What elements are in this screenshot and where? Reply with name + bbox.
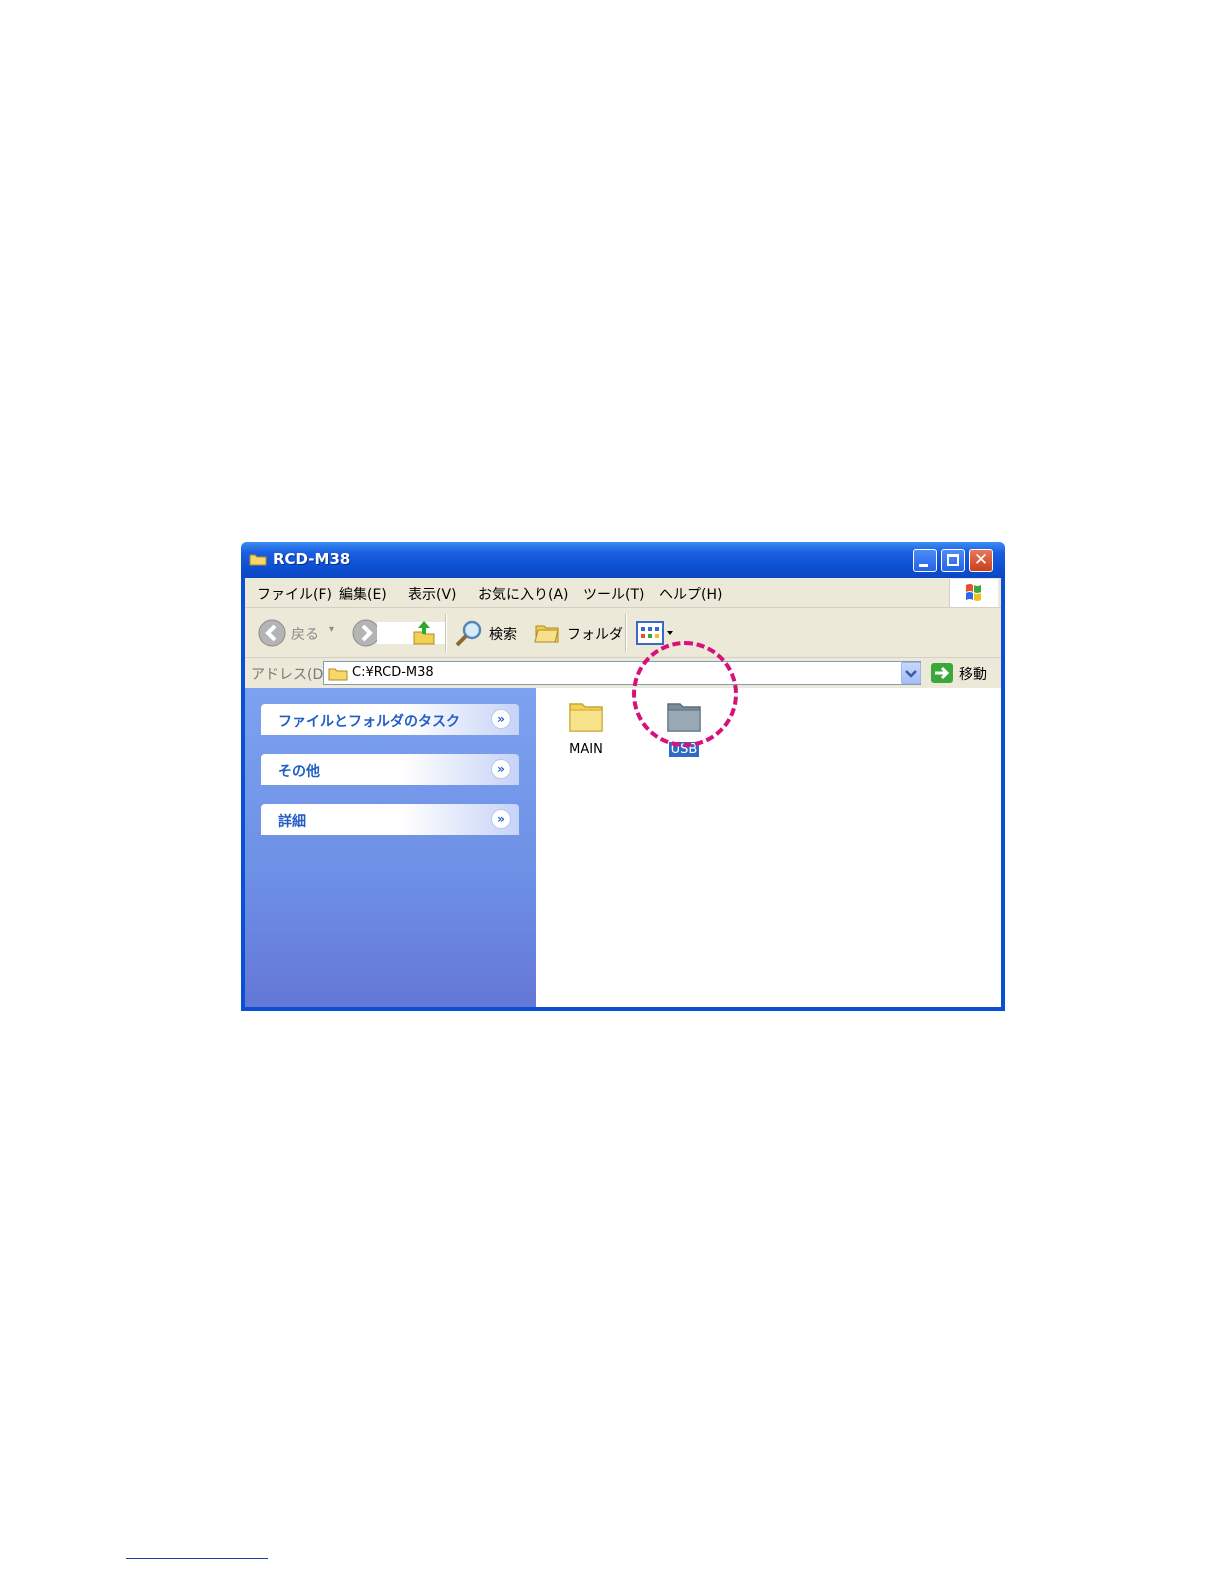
chevron-down-icon[interactable]: » [491, 709, 511, 729]
close-icon: ✕ [973, 550, 989, 570]
task-section-title: その他 [278, 764, 320, 780]
folder-icon [569, 703, 603, 732]
folder-name: MAIN [569, 742, 603, 757]
address-bar: アドレス(D) C:¥RCD-M38 移動 [245, 658, 1001, 688]
menu-edit[interactable]: 編集(E) [339, 584, 387, 604]
maximize-icon [947, 554, 959, 566]
folders-button-label[interactable]: フォルダ [567, 624, 623, 644]
go-arrow-icon[interactable] [931, 663, 953, 683]
folders-icon[interactable] [533, 618, 563, 648]
windows-flag-icon [966, 584, 981, 601]
window-title: RCD-M38 [273, 550, 351, 568]
back-arrow-icon[interactable] [257, 618, 287, 648]
content-area: ファイルとフォルダのタスク » その他 » 詳細 » MAIN USB [245, 688, 1001, 1007]
maximize-button[interactable] [941, 549, 965, 572]
chevron-down-icon[interactable]: » [491, 759, 511, 779]
task-section-details[interactable]: 詳細 » [261, 804, 519, 835]
task-section-title: 詳細 [278, 814, 306, 830]
folder-icon [249, 554, 267, 566]
task-section-title: ファイルとフォルダのタスク [278, 714, 460, 730]
minimize-button[interactable] [913, 549, 937, 572]
folder-icon [328, 668, 348, 681]
menu-file[interactable]: ファイル(F) [257, 584, 332, 604]
menu-tools[interactable]: ツール(T) [583, 584, 644, 604]
address-dropdown-button[interactable] [901, 662, 921, 684]
task-pane: ファイルとフォルダのタスク » その他 » 詳細 » [245, 688, 536, 1007]
footnote-divider [126, 1558, 268, 1559]
minimize-icon [919, 564, 928, 567]
toolbar-separator [445, 614, 447, 652]
task-section-file-folder[interactable]: ファイルとフォルダのタスク » [261, 704, 519, 735]
menu-favorites[interactable]: お気に入り(A) [478, 584, 569, 604]
menu-view[interactable]: 表示(V) [408, 584, 457, 604]
windows-logo [949, 579, 998, 607]
address-label: アドレス(D) [251, 667, 329, 683]
task-section-other[interactable]: その他 » [261, 754, 519, 785]
address-value: C:¥RCD-M38 [352, 665, 434, 680]
menu-bar: ファイル(F) 編集(E) 表示(V) お気に入り(A) ツール(T) ヘルプ(… [245, 578, 1001, 608]
up-folder-icon[interactable] [411, 618, 437, 648]
chevron-down-icon [905, 670, 917, 678]
back-dropdown-icon[interactable]: ▾ [329, 624, 334, 635]
explorer-window: RCD-M38 ✕ ファイル(F) 編集(E) 表示(V) お気に入り(A) ツ… [241, 542, 1005, 1011]
go-button-label[interactable]: 移動 [959, 664, 987, 684]
title-bar[interactable]: RCD-M38 ✕ [241, 542, 1005, 578]
views-icon[interactable] [635, 620, 675, 646]
menu-help[interactable]: ヘルプ(H) [659, 584, 722, 604]
highlight-circle-annotation [632, 641, 738, 747]
search-button-label[interactable]: 検索 [489, 624, 517, 644]
folder-item-main[interactable]: MAIN [551, 698, 621, 757]
address-input[interactable]: C:¥RCD-M38 [323, 661, 921, 685]
close-button[interactable]: ✕ [969, 549, 993, 572]
search-icon[interactable] [453, 618, 485, 650]
chevron-down-icon[interactable]: » [491, 809, 511, 829]
toolbar-separator [625, 614, 627, 652]
back-button-label[interactable]: 戻る [291, 624, 319, 644]
toolbar: 戻る ▾ 検索 フォルダ [245, 608, 1001, 658]
